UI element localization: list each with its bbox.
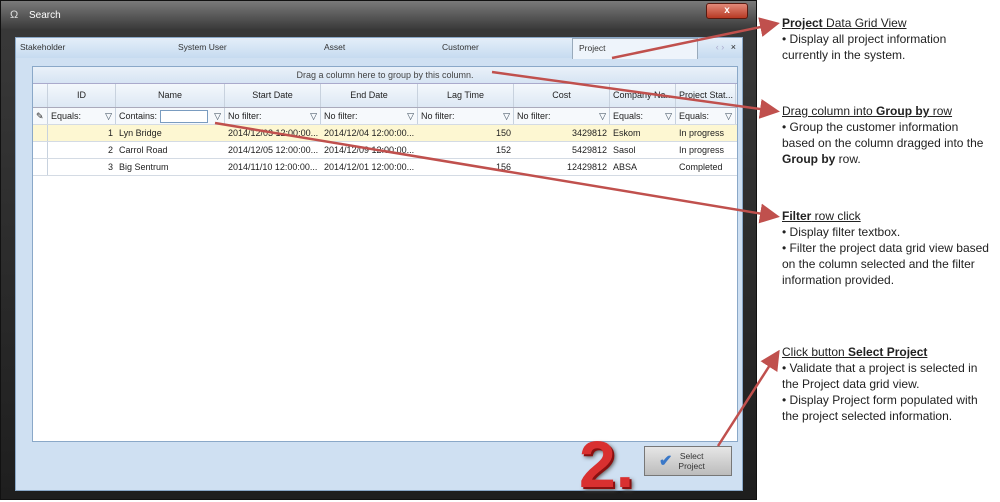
cell-project-status: In progress bbox=[679, 145, 725, 155]
cell-id: 1 bbox=[107, 128, 113, 138]
tab-close-icon[interactable]: × bbox=[731, 42, 736, 52]
note-select-project: Click button Select Project • Validate t… bbox=[782, 345, 978, 423]
cell-end-date: 2014/12/01 12:00:00... bbox=[324, 162, 415, 172]
search-window: Ω Search x Stakeholder System User Asset… bbox=[0, 0, 757, 501]
filter-cell-cost[interactable]: No filter: ▽ bbox=[514, 108, 610, 124]
column-header-end-date[interactable]: End Date bbox=[321, 84, 418, 107]
cell-project-status: In progress bbox=[679, 128, 725, 138]
tab-prev-icon[interactable]: ‹ bbox=[716, 42, 719, 52]
cell-start-date: 2014/11/10 12:00:00... bbox=[228, 162, 318, 172]
group-by-row[interactable]: Drag a column here to group by this colu… bbox=[33, 67, 737, 84]
filter-icon[interactable]: ▽ bbox=[665, 108, 672, 124]
column-header-id[interactable]: ID bbox=[48, 84, 116, 107]
cell-company-name: Sasol bbox=[613, 145, 636, 155]
filter-cell-name[interactable]: Contains: ▽ bbox=[116, 108, 225, 124]
content-area: Stakeholder System User Asset Customer P… bbox=[15, 37, 743, 501]
filter-operator[interactable]: No filter: bbox=[421, 111, 455, 121]
column-header-project-status[interactable]: Project Stat... bbox=[676, 84, 736, 107]
cell-lag-time: 150 bbox=[495, 128, 511, 138]
note-group-by: Drag column into Group by row • Group th… bbox=[782, 104, 984, 166]
cell-cost: 12429812 bbox=[566, 162, 607, 172]
column-header-name[interactable]: Name bbox=[116, 84, 225, 107]
tab-navigation: ‹ › × bbox=[716, 42, 736, 52]
tab-bar: Stakeholder System User Asset Customer P… bbox=[16, 38, 742, 59]
filter-icon[interactable]: ▽ bbox=[407, 108, 414, 124]
column-header-row: ID Name Start Date End Date Lag Time Cost Comp… bbox=[33, 84, 737, 108]
project-data-grid[interactable]: Drag a column here to group by this colu… bbox=[32, 66, 738, 442]
title-bar: Ω Search x bbox=[1, 1, 756, 29]
filter-icon[interactable]: ▽ bbox=[599, 108, 606, 124]
filter-icon[interactable]: ▽ bbox=[503, 108, 510, 124]
table-row[interactable]: 3 Big Sentrum 2014/11/10 12:00:00... 2014/1… bbox=[33, 159, 737, 176]
filter-operator[interactable]: Contains: bbox=[119, 111, 157, 121]
row-indicator[interactable] bbox=[33, 159, 48, 175]
filter-edit-icon: ✎ bbox=[33, 108, 48, 124]
tab-project[interactable]: Project bbox=[572, 38, 698, 59]
note-filter-row: Filter row click • Display filter textbo… bbox=[782, 209, 989, 287]
select-project-button[interactable]: ✔ Select Project bbox=[644, 446, 732, 476]
cell-name: Lyn Bridge bbox=[119, 128, 162, 138]
column-header-lag-time[interactable]: Lag Time bbox=[418, 84, 514, 107]
filter-icon[interactable]: ▽ bbox=[310, 108, 317, 124]
button-label-line2: Project bbox=[678, 461, 705, 471]
filter-cell-start-date[interactable]: No filter: ▽ bbox=[225, 108, 321, 124]
row-indicator[interactable] bbox=[33, 125, 48, 141]
filter-operator[interactable]: Equals: bbox=[679, 111, 709, 121]
column-header-company-name[interactable]: Company Na... bbox=[610, 84, 676, 107]
tab-next-icon[interactable]: › bbox=[721, 42, 724, 52]
filter-cell-id[interactable]: Equals: ▽ bbox=[48, 108, 116, 124]
filter-operator[interactable]: No filter: bbox=[517, 111, 551, 121]
tab-system-user[interactable]: System User bbox=[178, 42, 227, 52]
step-number: 2. bbox=[579, 427, 635, 501]
filter-operator[interactable]: Equals: bbox=[613, 111, 643, 121]
cell-id: 3 bbox=[107, 162, 113, 172]
filter-cell-lag-time[interactable]: No filter: ▽ bbox=[418, 108, 514, 124]
filter-operator[interactable]: Equals: bbox=[51, 111, 81, 121]
filter-operator[interactable]: No filter: bbox=[228, 111, 262, 121]
cell-start-date: 2014/12/05 12:00:00... bbox=[228, 145, 319, 155]
tab-customer[interactable]: Customer bbox=[442, 42, 479, 52]
cell-company-name: Eskom bbox=[613, 128, 641, 138]
filter-icon[interactable]: ▽ bbox=[214, 108, 221, 124]
filter-operator[interactable]: No filter: bbox=[324, 111, 358, 121]
window-title: Search bbox=[29, 10, 61, 21]
cell-start-date: 2014/12/03 12:00:00... bbox=[228, 128, 319, 138]
cell-cost: 3429812 bbox=[571, 128, 607, 138]
filter-cell-company-name[interactable]: Equals: ▽ bbox=[610, 108, 676, 124]
cell-company-name: ABSA bbox=[613, 162, 638, 172]
cell-name: Big Sentrum bbox=[119, 162, 169, 172]
column-header-start-date[interactable]: Start Date bbox=[225, 84, 321, 107]
button-label-line1: Select bbox=[679, 451, 704, 461]
row-indicator[interactable] bbox=[33, 142, 48, 158]
name-filter-textbox[interactable] bbox=[160, 110, 209, 124]
filter-cell-end-date[interactable]: No filter: ▽ bbox=[321, 108, 418, 124]
cell-end-date: 2014/12/09 12:00:00... bbox=[324, 145, 415, 155]
table-row[interactable]: 1 Lyn Bridge 2014/12/03 12:00:00... 2014/12… bbox=[33, 125, 737, 142]
cell-name: Carrol Road bbox=[119, 145, 168, 155]
cell-lag-time: 152 bbox=[495, 145, 511, 155]
filter-icon[interactable]: ▽ bbox=[725, 108, 732, 124]
close-button[interactable]: x bbox=[706, 3, 748, 19]
checkmark-icon: ✔ bbox=[659, 453, 673, 470]
filter-cell-project-status[interactable]: Equals: ▽ bbox=[676, 108, 736, 124]
row-indicator-header bbox=[33, 84, 48, 107]
cell-cost: 5429812 bbox=[571, 145, 607, 155]
note-data-grid: Project Data Grid View • Display all pro… bbox=[782, 16, 947, 62]
app-icon: Ω bbox=[10, 9, 19, 21]
table-row[interactable]: 2 Carrol Road 2014/12/05 12:00:00... 2014/1… bbox=[33, 142, 737, 159]
tab-stakeholder[interactable]: Stakeholder bbox=[20, 42, 65, 52]
cell-end-date: 2014/12/04 12:00:00... bbox=[324, 128, 415, 138]
cell-id: 2 bbox=[107, 145, 113, 155]
column-header-cost[interactable]: Cost bbox=[514, 84, 610, 107]
cell-lag-time: 156 bbox=[495, 162, 511, 172]
filter-row: ✎ Equals: ▽ Contains: ▽ No filter: ▽ No filter:… bbox=[33, 108, 737, 125]
filter-icon[interactable]: ▽ bbox=[105, 108, 112, 124]
tab-asset[interactable]: Asset bbox=[324, 42, 345, 52]
cell-project-status: Completed bbox=[679, 162, 723, 172]
